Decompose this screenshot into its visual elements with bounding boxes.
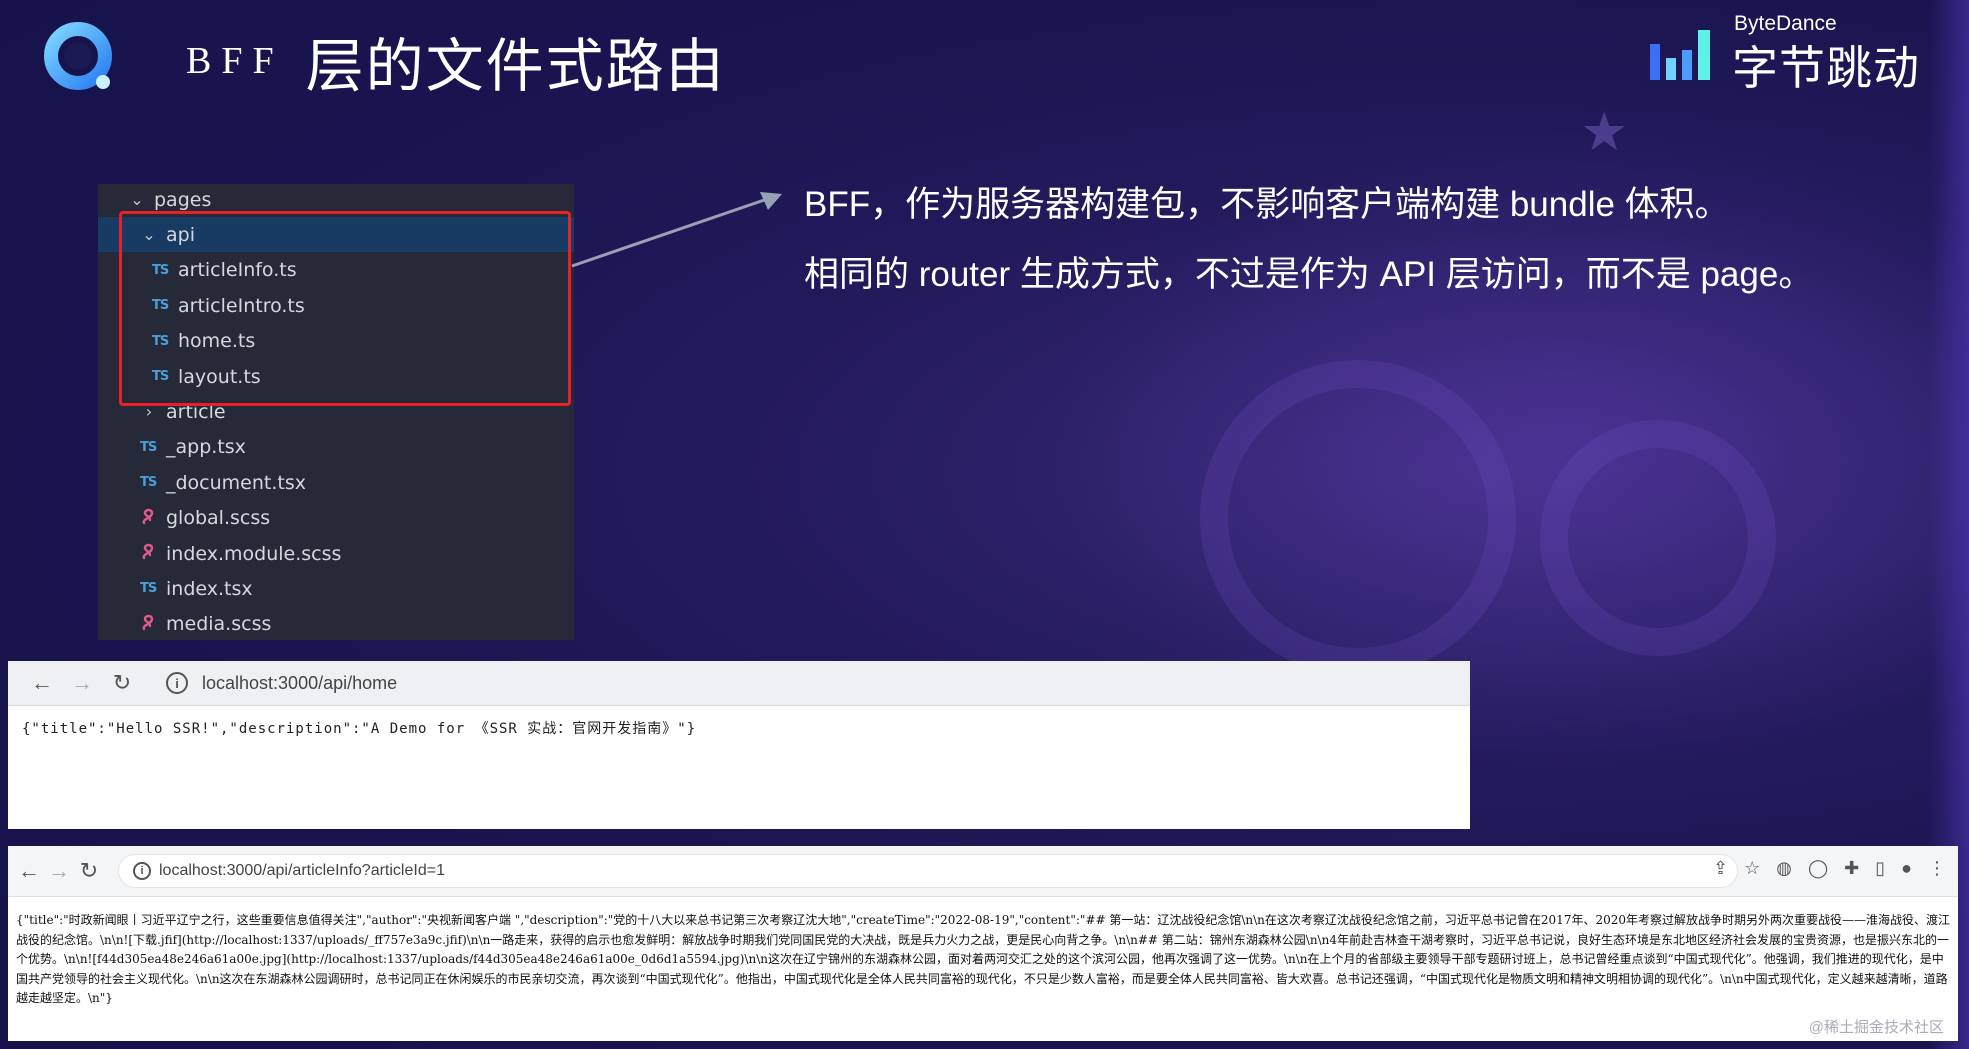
arrow-icon bbox=[571, 192, 782, 268]
api-folder-highlight-box bbox=[119, 211, 571, 406]
menu-dots-icon[interactable]: ⋮ bbox=[1928, 858, 1946, 879]
reload-icon[interactable]: ↻ bbox=[102, 670, 142, 696]
response-json: {"title":"Hello SSR!","description":"A D… bbox=[22, 721, 697, 737]
tree-item[interactable]: index.module.scss bbox=[98, 536, 574, 571]
puzzle-icon[interactable]: ✚ bbox=[1844, 858, 1859, 879]
typescript-file-icon: TS bbox=[140, 439, 157, 455]
forward-arrow-icon[interactable]: → bbox=[62, 670, 102, 696]
forward-arrow-icon[interactable]: → bbox=[44, 858, 74, 884]
scss-file-icon bbox=[140, 613, 166, 636]
typescript-file-icon: TS bbox=[140, 581, 157, 597]
chevron-down-icon[interactable]: ⌄ bbox=[128, 190, 146, 209]
browser-tool-icons: ⇪ ☆ ◍ ◯ ✚ ▯ ● ⋮ bbox=[1713, 858, 1946, 879]
info-icon[interactable]: i bbox=[166, 672, 188, 694]
description: BFF，作为服务器构建包，不影响客户端构建 bundle 体积。 相同的 rou… bbox=[804, 170, 1813, 310]
decorative-ring bbox=[1200, 360, 1516, 676]
tree-item-label: media.scss bbox=[166, 613, 272, 636]
tree-item-label: _app.tsx bbox=[166, 436, 246, 459]
tree-item[interactable]: TS _app.tsx bbox=[98, 430, 574, 465]
side-panel-icon[interactable]: ▯ bbox=[1875, 858, 1885, 879]
page-title: BFF 层的文件式路由 bbox=[186, 26, 726, 99]
url-text: localhost:3000/api/home bbox=[202, 672, 398, 693]
share-icon[interactable]: ⇪ bbox=[1713, 858, 1728, 879]
description-line-2: 相同的 router 生成方式，不过是作为 API 层访问，而不是 page。 bbox=[804, 255, 1814, 294]
profile-icon[interactable]: ● bbox=[1901, 858, 1912, 879]
tree-item[interactable]: TS _document.tsx bbox=[98, 465, 574, 500]
back-arrow-icon[interactable]: ← bbox=[14, 858, 44, 884]
scss-file-icon bbox=[140, 507, 166, 530]
tree-item[interactable]: TS index.tsx bbox=[98, 571, 574, 606]
tree-item-label: _document.tsx bbox=[166, 471, 306, 494]
info-icon[interactable]: i bbox=[133, 862, 151, 880]
decorative-star-icon: ★ bbox=[1580, 102, 1629, 162]
url-text: localhost:3000/api/articleInfo?articleId… bbox=[159, 862, 445, 879]
response-json: {"title":"时政新闻眼丨习近平辽宁之行，这些重要信息值得关注","aut… bbox=[16, 913, 1950, 1006]
description-line-1: BFF，作为服务器构建包，不影响客户端构建 bundle 体积。 bbox=[804, 185, 1730, 224]
decorative-ring bbox=[1540, 420, 1776, 656]
q-logo-icon bbox=[44, 22, 112, 90]
bookmark-star-icon[interactable]: ☆ bbox=[1744, 858, 1760, 879]
tree-item-label: index.tsx bbox=[166, 577, 253, 600]
browser-window-article-info: ← → ↻ i localhost:3000/api/articleInfo?a… bbox=[8, 846, 1958, 1041]
tree-item[interactable]: global.scss bbox=[98, 501, 574, 536]
bytedance-logo: ByteDance 字节跳动 bbox=[1650, 12, 1920, 94]
bytedance-bars-icon bbox=[1650, 30, 1710, 80]
circle-extension-icon[interactable]: ◯ bbox=[1808, 858, 1828, 879]
brand-chinese: 字节跳动 bbox=[1732, 42, 1920, 94]
scss-file-icon bbox=[140, 542, 166, 565]
back-arrow-icon[interactable]: ← bbox=[22, 670, 62, 696]
tree-item-label: pages bbox=[154, 188, 212, 211]
reload-icon[interactable]: ↻ bbox=[74, 858, 104, 884]
browser-window-home: ← → ↻ i localhost:3000/api/home {"title"… bbox=[8, 661, 1470, 829]
tree-item-label: global.scss bbox=[166, 507, 271, 530]
title-latin: BFF bbox=[186, 40, 284, 82]
title-cjk: 层的文件式路由 bbox=[305, 34, 726, 99]
browser-toolbar: ← → ↻ i localhost:3000/api/articleInfo?a… bbox=[8, 846, 1958, 897]
tree-item[interactable]: media.scss bbox=[98, 607, 574, 642]
watermark: @稀土掘金技术社区 bbox=[1808, 1019, 1944, 1036]
extension-icon[interactable]: ◍ bbox=[1776, 858, 1792, 879]
tree-item-label: index.module.scss bbox=[166, 542, 342, 565]
browser-toolbar: ← → ↻ i localhost:3000/api/home bbox=[8, 661, 1470, 706]
address-bar[interactable]: i localhost:3000/api/articleInfo?article… bbox=[118, 854, 1738, 888]
address-bar[interactable]: i localhost:3000/api/home bbox=[166, 668, 398, 698]
typescript-file-icon: TS bbox=[140, 475, 157, 491]
